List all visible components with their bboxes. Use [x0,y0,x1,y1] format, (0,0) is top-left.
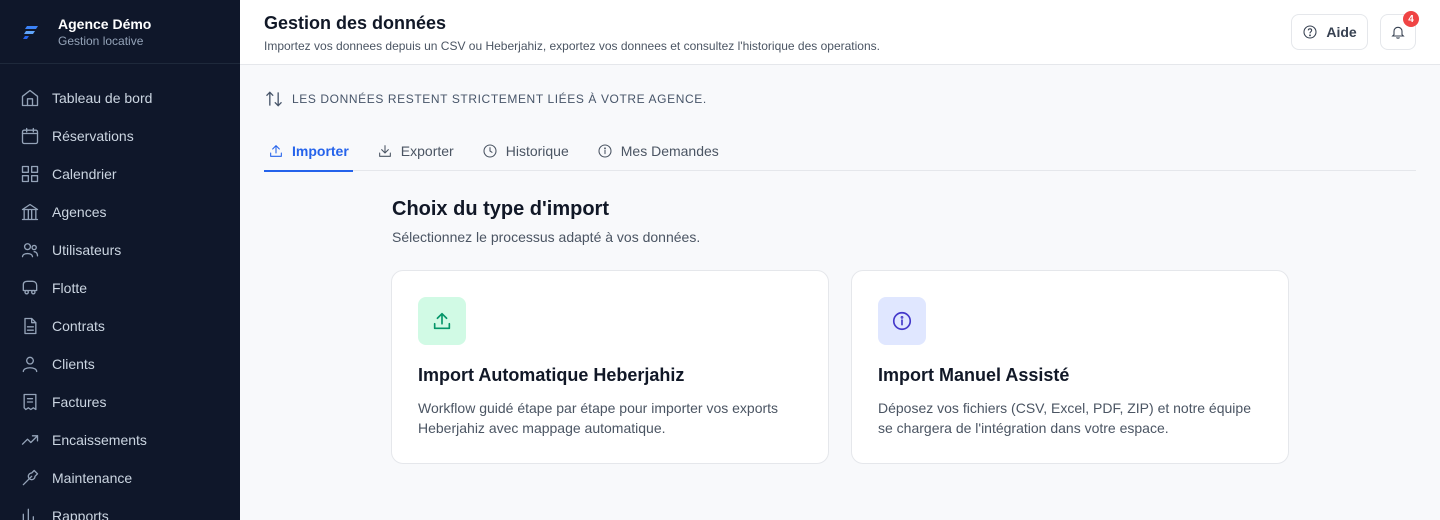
top-header: Gestion des données Importez vos donnees… [240,0,1440,65]
sidebar-item-clients[interactable]: Clients [0,345,240,383]
chart-icon [20,506,40,520]
tab-label: Mes Demandes [620,142,719,159]
sidebar-item-rapports[interactable]: Rapports [0,497,240,520]
car-icon [20,278,40,298]
import-section-subtitle: Sélectionnez le processus adapté à vos d… [392,229,701,245]
calendar-icon [20,126,40,146]
sidebar-item-label: Calendrier [52,166,117,182]
bank-icon [20,202,40,222]
sidebar-item-calendrier[interactable]: Calendrier [0,155,240,193]
trend-up-icon [20,430,40,450]
tab-label: Exporter [400,142,454,159]
sidebar-item-label: Maintenance [52,470,133,486]
users-icon [20,240,40,260]
sidebar-item-label: Clients [52,356,95,372]
tab-historique[interactable]: Historique [478,130,573,171]
brand[interactable]: Agence Démo Gestion locative [0,0,240,64]
brand-logo-icon [20,21,42,43]
card-title: Import Manuel Assisté [878,365,1070,385]
sidebar-item-contrats[interactable]: Contrats [0,307,240,345]
sidebar-item-utilisateurs[interactable]: Utilisateurs [0,231,240,269]
tab-exporter[interactable]: Exporter [373,130,458,171]
sidebar-item-label: Agences [52,204,107,220]
card-title: Import Automatique Heberjahiz [418,365,685,385]
data-tabs: Importer Exporter Historique Mes Demande… [264,130,1416,172]
download-icon [378,144,391,157]
upload-icon [418,297,466,345]
notice-text: LES DONNÉES RESTENT STRICTEMENT LIÉES À … [292,92,707,106]
wrench-icon [20,468,40,488]
sidebar-item-flotte[interactable]: Flotte [0,269,240,307]
sidebar-item-label: Rapports [52,508,109,520]
sidebar-item-reservations[interactable]: Réservations [0,117,240,155]
sidebar-item-agences[interactable]: Agences [0,193,240,231]
sidebar-item-factures[interactable]: Factures [0,383,240,421]
import-section-title: Choix du type d'import [392,198,609,220]
tab-label: Importer [292,142,349,159]
help-button-label: Aide [1326,24,1357,40]
card-description: Déposez vos fichiers (CSV, Excel, PDF, Z… [878,400,1251,436]
help-circle-icon [1303,25,1317,39]
page-title: Gestion des données [264,13,447,33]
bell-icon [1391,26,1405,39]
arrows-up-down-icon [266,91,282,107]
import-auto-card[interactable]: Import Automatique Heberjahiz Workflow g… [391,270,829,464]
document-icon [20,316,40,336]
info-icon [878,297,926,345]
grid-icon [20,164,40,184]
sidebar-item-tableau-de-bord[interactable]: Tableau de bord [0,79,240,117]
sidebar-item-label: Flotte [52,280,88,296]
sidebar-nav: Tableau de bord Réservations Calendrier … [0,64,240,520]
card-description: Workflow guidé étape par étape pour impo… [418,400,779,436]
tab-importer[interactable]: Importer [264,130,353,172]
sidebar-item-label: Tableau de bord [52,90,153,106]
sidebar-item-maintenance[interactable]: Maintenance [0,459,240,497]
data-scope-notice: LES DONNÉES RESTENT STRICTEMENT LIÉES À … [264,89,707,109]
page-subtitle: Importez vos donnees depuis un CSV ou He… [264,39,880,53]
sidebar: Agence Démo Gestion locative Tableau de … [0,0,240,520]
sidebar-item-label: Factures [52,394,107,410]
upload-icon [270,144,282,157]
sidebar-item-label: Encaissements [52,432,147,448]
notifications-button[interactable]: 4 [1380,11,1419,50]
sidebar-item-label: Utilisateurs [52,242,122,258]
user-icon [20,354,40,374]
info-icon [598,143,612,158]
sidebar-item-encaissements[interactable]: Encaissements [0,421,240,459]
receipt-icon [20,392,40,412]
sidebar-item-label: Contrats [52,318,105,334]
tab-label: Historique [505,142,569,159]
sidebar-item-label: Réservations [52,128,134,144]
notification-badge: 4 [1403,11,1419,27]
tab-mes-demandes[interactable]: Mes Demandes [593,130,723,171]
help-button[interactable]: Aide [1291,14,1368,50]
brand-name: Agence Démo [58,15,152,32]
brand-subtitle: Gestion locative [58,33,144,48]
import-manual-card[interactable]: Import Manuel Assisté Déposez vos fichie… [851,270,1289,464]
home-icon [20,88,40,108]
clock-icon [483,143,497,158]
